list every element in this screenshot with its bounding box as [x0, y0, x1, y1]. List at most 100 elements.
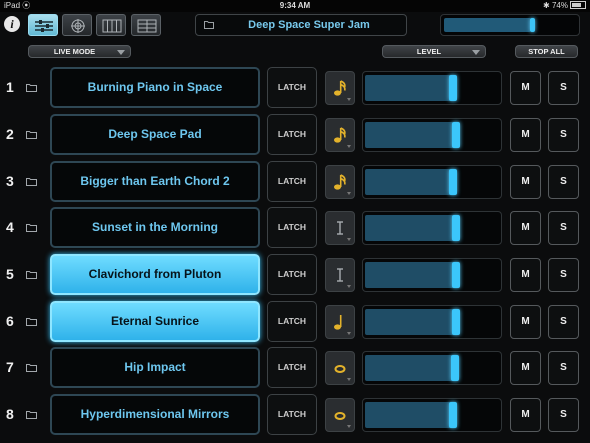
- latch-button[interactable]: LATCH: [267, 67, 317, 108]
- level-thumb[interactable]: [452, 215, 460, 241]
- level-slider[interactable]: [362, 71, 502, 105]
- solo-button[interactable]: S: [548, 258, 579, 292]
- level-thumb[interactable]: [452, 122, 460, 148]
- quantize-button[interactable]: [325, 211, 355, 245]
- latch-button[interactable]: LATCH: [267, 301, 317, 342]
- sixteenth-note-icon: [334, 80, 346, 96]
- level-dropdown[interactable]: LEVEL: [382, 45, 486, 58]
- folder-icon[interactable]: [26, 83, 37, 92]
- solo-button[interactable]: S: [548, 118, 579, 152]
- folder-icon: [204, 21, 214, 29]
- level-fill: [365, 215, 454, 241]
- quantize-button[interactable]: [325, 118, 355, 152]
- mute-button[interactable]: M: [510, 165, 541, 199]
- level-thumb[interactable]: [452, 262, 460, 288]
- folder-icon[interactable]: [26, 317, 37, 326]
- level-slider[interactable]: [362, 165, 502, 199]
- dropdown-triangle-icon: [347, 238, 351, 241]
- track-row: 4 Sunset in the Morning LATCH M S: [0, 207, 590, 248]
- mute-button[interactable]: M: [510, 211, 541, 245]
- track-number: 8: [6, 406, 14, 422]
- quantize-button[interactable]: [325, 398, 355, 432]
- target-view-button[interactable]: [62, 14, 92, 36]
- quantize-button[interactable]: [325, 71, 355, 105]
- quantize-button[interactable]: [325, 305, 355, 339]
- level-thumb[interactable]: [452, 309, 460, 335]
- dropdown-triangle-icon: [347, 192, 351, 195]
- stop-all-button[interactable]: STOP ALL: [515, 45, 578, 58]
- master-volume-thumb[interactable]: [530, 18, 535, 32]
- clip-slot-button[interactable]: Hyperdimensional Mirrors: [50, 394, 260, 435]
- track-row: 7 Hip Impact LATCH M S: [0, 347, 590, 388]
- track-row: 2 Deep Space Pad LATCH M S: [0, 114, 590, 155]
- level-fill: [365, 75, 451, 101]
- folder-icon[interactable]: [26, 410, 37, 419]
- clip-slot-button[interactable]: Burning Piano in Space: [50, 67, 260, 108]
- chevron-down-icon: [117, 50, 125, 55]
- level-thumb[interactable]: [449, 75, 457, 101]
- song-title: Deep Space Super Jam: [248, 19, 370, 31]
- mixer-view-button[interactable]: [28, 14, 58, 36]
- clip-slot-button[interactable]: Sunset in the Morning: [50, 207, 260, 248]
- level-fill: [365, 262, 454, 288]
- chevron-down-icon: [472, 50, 480, 55]
- sixteenth-note-icon: [334, 174, 346, 190]
- level-slider[interactable]: [362, 258, 502, 292]
- folder-icon[interactable]: [26, 363, 37, 372]
- quantize-button[interactable]: [325, 351, 355, 385]
- latch-button[interactable]: LATCH: [267, 207, 317, 248]
- battery-indicator: ✱ 74%: [543, 0, 586, 12]
- clip-slot-button[interactable]: Bigger than Earth Chord 2: [50, 161, 260, 202]
- sixteenth-note-icon: [334, 127, 346, 143]
- level-thumb[interactable]: [449, 169, 457, 195]
- level-thumb[interactable]: [451, 355, 459, 381]
- folder-icon[interactable]: [26, 270, 37, 279]
- track-number: 3: [6, 173, 14, 189]
- track-row: 8 Hyperdimensional Mirrors LATCH M S: [0, 394, 590, 435]
- dropdown-triangle-icon: [347, 145, 351, 148]
- latch-button[interactable]: LATCH: [267, 161, 317, 202]
- solo-button[interactable]: S: [548, 305, 579, 339]
- folder-icon[interactable]: [26, 130, 37, 139]
- song-selector[interactable]: Deep Space Super Jam: [195, 14, 407, 36]
- solo-button[interactable]: S: [548, 398, 579, 432]
- latch-button[interactable]: LATCH: [267, 254, 317, 295]
- grid-view-button[interactable]: [131, 14, 161, 36]
- track-row: 5 Clavichord from Pluton LATCH M S: [0, 254, 590, 295]
- clip-slot-button[interactable]: Deep Space Pad: [50, 114, 260, 155]
- mute-button[interactable]: M: [510, 351, 541, 385]
- clip-slot-button[interactable]: Clavichord from Pluton: [50, 254, 260, 295]
- dropdown-triangle-icon: [347, 378, 351, 381]
- level-slider[interactable]: [362, 211, 502, 245]
- clip-slot-button[interactable]: Hip Impact: [50, 347, 260, 388]
- master-volume-slider[interactable]: [440, 14, 580, 36]
- keyboard-view-button[interactable]: [96, 14, 126, 36]
- mute-button[interactable]: M: [510, 118, 541, 152]
- battery-icon: [570, 1, 586, 9]
- level-thumb[interactable]: [449, 402, 457, 428]
- latch-button[interactable]: LATCH: [267, 347, 317, 388]
- level-slider[interactable]: [362, 351, 502, 385]
- latch-button[interactable]: LATCH: [267, 114, 317, 155]
- quantize-button[interactable]: [325, 258, 355, 292]
- mute-button[interactable]: M: [510, 305, 541, 339]
- solo-button[interactable]: S: [548, 71, 579, 105]
- mute-button[interactable]: M: [510, 258, 541, 292]
- clip-slot-button[interactable]: Eternal Sunrice: [50, 301, 260, 342]
- level-slider[interactable]: [362, 305, 502, 339]
- solo-button[interactable]: S: [548, 351, 579, 385]
- mute-button[interactable]: M: [510, 398, 541, 432]
- folder-icon[interactable]: [26, 177, 37, 186]
- info-button[interactable]: i: [4, 16, 20, 32]
- latch-button[interactable]: LATCH: [267, 394, 317, 435]
- folder-icon[interactable]: [26, 223, 37, 232]
- level-slider[interactable]: [362, 398, 502, 432]
- status-bar: iPad ⦿ 9:34 AM ✱ 74%: [0, 0, 590, 12]
- dropdown-triangle-icon: [347, 332, 351, 335]
- mute-button[interactable]: M: [510, 71, 541, 105]
- level-slider[interactable]: [362, 118, 502, 152]
- solo-button[interactable]: S: [548, 165, 579, 199]
- live-mode-dropdown[interactable]: LIVE MODE: [28, 45, 131, 58]
- quantize-button[interactable]: [325, 165, 355, 199]
- solo-button[interactable]: S: [548, 211, 579, 245]
